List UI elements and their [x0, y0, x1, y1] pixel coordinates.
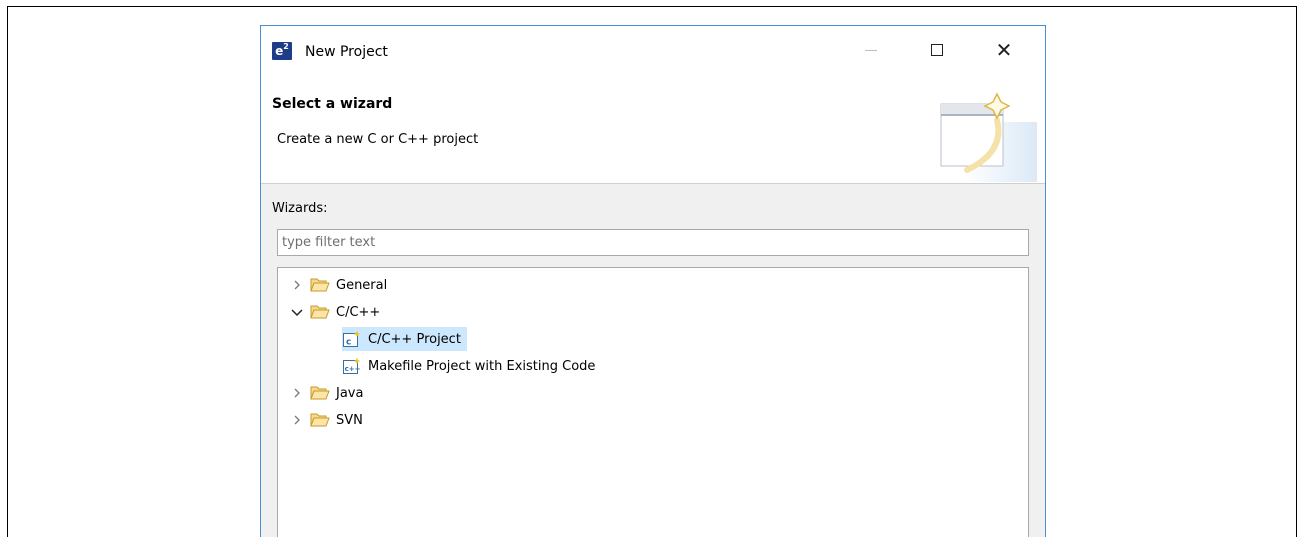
chevron-down-icon[interactable] — [290, 305, 304, 319]
tree-item-makefile-project[interactable]: c++ Makefile Project with Existing Code — [342, 354, 595, 378]
maximize-button[interactable] — [914, 34, 960, 66]
e2-studio-icon: e2 — [272, 42, 292, 60]
window-title: New Project — [305, 44, 388, 60]
c-project-icon: c — [343, 331, 361, 348]
wizard-content: Wizards: General — [261, 184, 1045, 537]
minimize-button[interactable] — [848, 34, 894, 66]
tree-item-label: Makefile Project with Existing Code — [368, 358, 596, 374]
close-icon: ✕ — [995, 38, 1013, 62]
new-project-dialog: e2 New Project ✕ Select a wizard Create … — [260, 25, 1046, 537]
new-wizard-banner-icon — [940, 92, 1037, 182]
wizard-tree[interactable]: General C/C++ c C/C++ Project c++ Makefi… — [277, 267, 1029, 537]
svg-text:c++: c++ — [345, 365, 361, 373]
tree-item-cpp[interactable]: C/C++ — [290, 300, 380, 324]
chevron-right-icon[interactable] — [290, 413, 304, 427]
banner-description: Create a new C or C++ project — [277, 132, 479, 147]
tree-item-general[interactable]: General — [290, 273, 387, 297]
minimize-icon — [865, 49, 877, 51]
wizard-filter-input[interactable] — [277, 229, 1029, 256]
folder-icon — [310, 305, 330, 319]
tree-item-label: General — [336, 277, 388, 293]
wizard-banner: Select a wizard Create a new C or C++ pr… — [261, 84, 1045, 184]
tree-item-java[interactable]: Java — [290, 381, 363, 405]
folder-icon — [310, 278, 330, 292]
tree-item-label: SVN — [336, 412, 363, 428]
tree-item-label: C/C++ Project — [368, 331, 461, 347]
tree-item-label: Java — [336, 385, 364, 401]
app-icon-superscript: 2 — [283, 42, 289, 51]
folder-icon — [310, 386, 330, 400]
chevron-right-icon[interactable] — [290, 278, 304, 292]
tree-item-cpp-project[interactable]: c C/C++ Project — [342, 327, 467, 351]
tree-item-svn[interactable]: SVN — [290, 408, 363, 432]
makefile-project-icon: c++ — [343, 358, 361, 374]
wizards-label: Wizards: — [272, 201, 328, 216]
close-button[interactable]: ✕ — [981, 34, 1027, 66]
folder-icon — [310, 413, 330, 427]
maximize-icon — [931, 44, 943, 56]
chevron-right-icon[interactable] — [290, 386, 304, 400]
tree-item-label: C/C++ — [336, 304, 381, 320]
title-bar[interactable]: e2 New Project ✕ — [261, 26, 1045, 66]
svg-text:c: c — [346, 338, 351, 348]
banner-title: Select a wizard — [272, 96, 393, 112]
